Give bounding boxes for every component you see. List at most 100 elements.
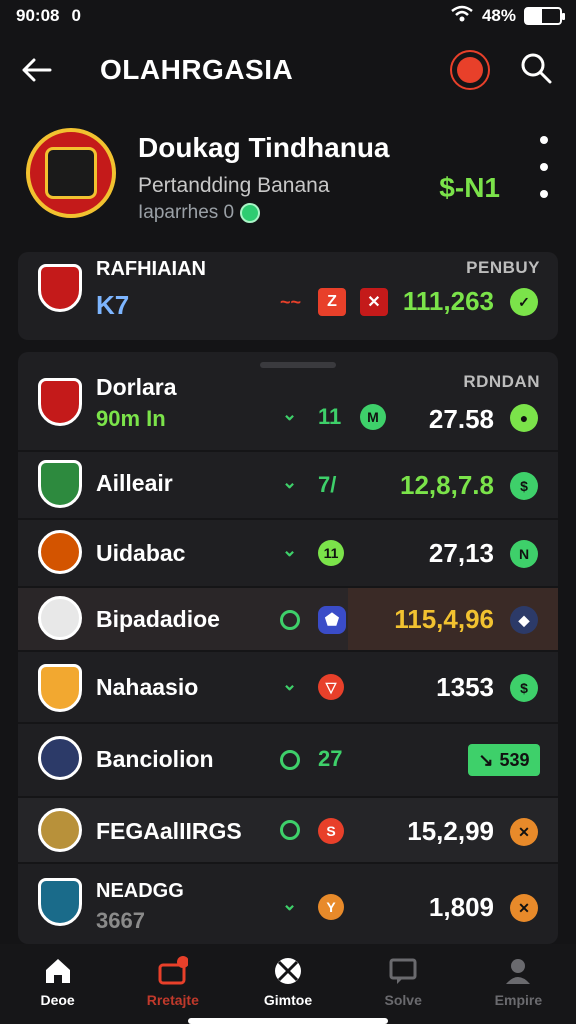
home-indicator[interactable] xyxy=(188,1018,388,1024)
battery-icon xyxy=(524,7,565,25)
profile-name: Doukag Tindhanua xyxy=(138,132,390,163)
value-chip[interactable]: ↘ 539 xyxy=(468,744,540,776)
team-code: K7 xyxy=(96,290,130,320)
status-time: 90:08 xyxy=(16,6,60,25)
team-crest-icon xyxy=(38,736,82,780)
more-options-icon[interactable] xyxy=(538,136,550,198)
row-value: 1,809 xyxy=(428,892,494,922)
page-title: OLAHRGASIA xyxy=(100,54,294,85)
column-label: PENBUY xyxy=(466,258,540,277)
profile-subtitle: Pertandding Banana xyxy=(138,174,330,197)
circle-icon[interactable] xyxy=(280,820,300,840)
crest-inner xyxy=(45,147,97,199)
match-value: 111,263 xyxy=(402,286,494,316)
nav-item-empire[interactable]: Empire xyxy=(461,944,576,1024)
online-status-icon xyxy=(240,203,261,223)
team-crest-icon xyxy=(38,808,82,852)
nav-label: Solve xyxy=(384,992,422,1008)
status-badge-icon: $ xyxy=(510,472,538,500)
table-row[interactable]: Banciolion 27 ↘ 539 xyxy=(18,724,558,796)
back-arrow-icon[interactable] xyxy=(20,50,60,90)
row-value: 1353 xyxy=(436,672,494,702)
row-mid-value: 27 xyxy=(318,746,343,771)
team-sub: 90m In xyxy=(96,406,166,431)
profile-score: $-N1 xyxy=(439,172,500,203)
team-name: Nahaasio xyxy=(96,674,199,700)
nav-item-home[interactable]: Deoe xyxy=(0,944,115,1024)
row-value: 27,13 xyxy=(428,538,494,568)
table-row-highlighted[interactable]: Bipadadioe ⬟ 115,4,96 ◆ xyxy=(18,588,558,650)
row-value: 12,8,7.8 xyxy=(400,470,494,500)
table-row[interactable]: NEADGG 3667 ⌄ Y 1,809 ✕ xyxy=(18,864,558,944)
team-profile-header: Doukag Tindhanua Pertandding Banana Iapa… xyxy=(20,122,556,232)
nav-label: Rretajte xyxy=(146,992,199,1008)
status-badge-icon: ◆ xyxy=(510,606,538,634)
row-value: 115,4,96 xyxy=(394,604,494,634)
battery-fill xyxy=(526,9,543,23)
team-name: NEADGG xyxy=(96,880,184,902)
row-value: 15,2,99 xyxy=(407,816,494,846)
profile-subtitle-2-text: Iaparrhes 0 xyxy=(138,202,235,223)
circle-icon[interactable] xyxy=(280,750,300,770)
chip-arrow-icon: ↘ xyxy=(478,749,494,770)
chevron-down-icon[interactable]: ⌄ xyxy=(282,894,297,915)
team-crest-icon xyxy=(38,878,82,926)
nav-label: Empire xyxy=(494,992,543,1008)
team-name: RAFHIAIAN xyxy=(96,258,206,280)
row-value: 539 xyxy=(499,749,530,770)
soccer-ball-icon xyxy=(273,956,303,986)
chevron-down-icon[interactable]: ⌄ xyxy=(282,472,297,493)
check-icon[interactable]: ✓ xyxy=(510,288,538,316)
team-name: Uidabac xyxy=(96,540,186,566)
team-name: Bipadadioe xyxy=(96,606,220,632)
featured-match-card[interactable]: RAFHIAIAN K7 PENBUY ~~ Z ✕ 111,263 ✓ xyxy=(18,252,558,340)
battery-percent: 48% xyxy=(481,6,516,25)
bottom-nav: Deoe Rretajte Gimtoe Solve Empire xyxy=(0,944,576,1024)
drag-handle[interactable] xyxy=(260,362,336,368)
team-name: Banciolion xyxy=(96,746,214,772)
status-badge-icon: $ xyxy=(510,674,538,702)
chevron-down-icon[interactable]: ⌄ xyxy=(282,540,297,561)
nav-item-gimtoe[interactable]: Gimtoe xyxy=(230,944,345,1024)
profile-icon xyxy=(503,956,533,986)
team-crest-icon xyxy=(38,596,82,640)
nav-label: Deoe xyxy=(40,992,75,1008)
status-bar: 90:08 0 48% xyxy=(0,0,576,32)
chevron-down-icon[interactable]: ⌄ xyxy=(282,674,297,695)
nav-item-solve[interactable]: Solve xyxy=(346,944,461,1024)
team-crest-icon xyxy=(38,264,82,312)
table-row[interactable]: Ailleair ⌄ 7/ 12,8,7.8 $ xyxy=(18,452,558,518)
table-row[interactable]: Uidabac ⌄ 11 27,13 N xyxy=(18,520,558,586)
league-badge-button[interactable] xyxy=(450,50,490,90)
status-left: 90:08 0 xyxy=(16,6,81,26)
row-value: 27.58 xyxy=(428,404,494,434)
wifi-icon xyxy=(450,5,474,28)
wave-icon: ~~ xyxy=(280,292,302,312)
team-name: FEGAalIIRGS xyxy=(96,818,242,844)
home-icon xyxy=(43,956,73,986)
circle-icon[interactable] xyxy=(280,610,300,630)
search-icon[interactable] xyxy=(520,52,556,88)
nav-item-rretajte[interactable]: Rretajte xyxy=(115,944,230,1024)
table-row[interactable]: Dorlara 90m In ⌄ 11 M 27.58 ● xyxy=(18,372,558,450)
profile-subtitle-2: Iaparrhes 0 xyxy=(138,202,261,224)
status-badge-icon: ✕ xyxy=(510,818,538,846)
league-logo-icon xyxy=(457,57,483,83)
standings-list-card: RDNDAN Dorlara 90m In ⌄ 11 M 27.58 ● Ail… xyxy=(18,352,558,944)
club-crest-logo xyxy=(26,128,116,218)
app-bar: OLAHRGASIA xyxy=(0,40,576,100)
message-icon xyxy=(388,956,418,986)
status-right: 48% xyxy=(450,5,565,28)
status-badge-icon: N xyxy=(510,540,538,568)
team-crest-icon xyxy=(38,378,82,426)
nav-label: Gimtoe xyxy=(263,992,313,1008)
table-row[interactable]: Nahaasio ⌄ ▽ 1353 $ xyxy=(18,652,558,722)
team-name: Ailleair xyxy=(96,470,173,496)
team-name: Dorlara xyxy=(96,374,177,400)
status-badge-icon: ● xyxy=(510,404,538,432)
chevron-down-icon[interactable]: ⌄ xyxy=(282,404,297,425)
briefcase-icon xyxy=(158,956,189,986)
team-crest-icon xyxy=(38,460,82,508)
team-crest-icon xyxy=(38,530,82,574)
table-row[interactable]: FEGAalIIRGS S 15,2,99 ✕ xyxy=(18,798,558,862)
